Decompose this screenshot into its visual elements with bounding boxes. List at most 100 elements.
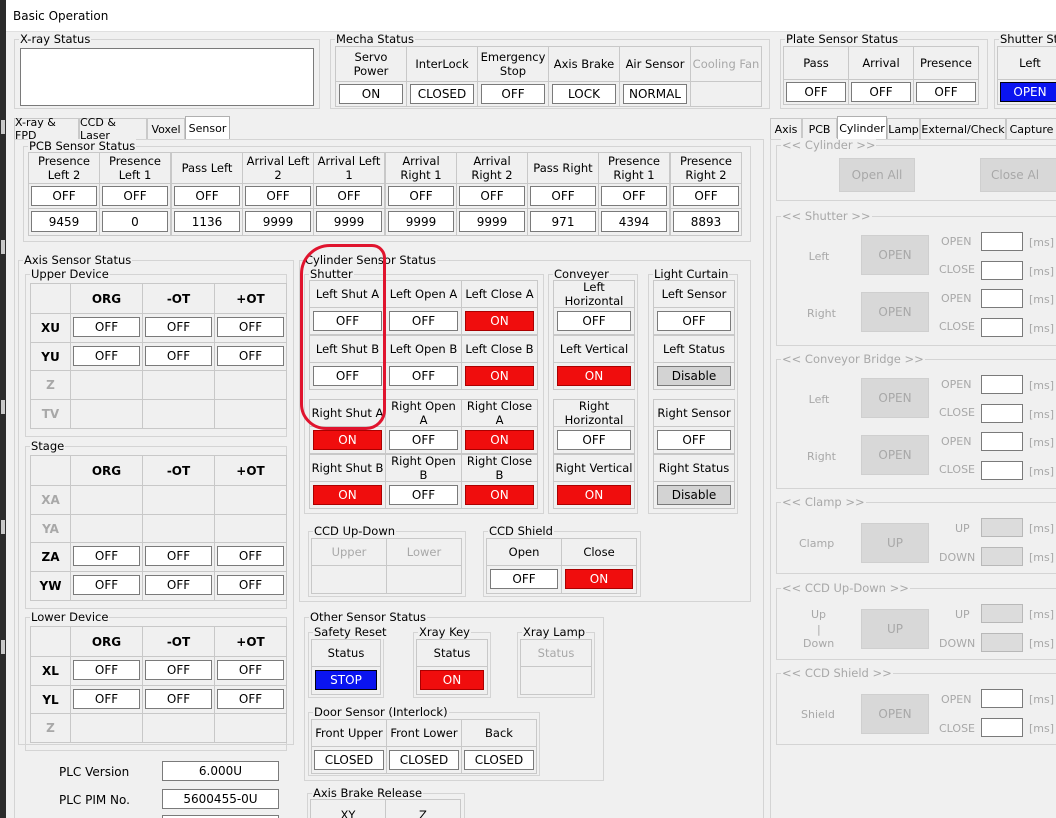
shutter-left-value: OPEN xyxy=(1000,82,1056,102)
ms-unit-label: [ms] xyxy=(1029,551,1055,564)
close-time-field[interactable] xyxy=(981,461,1023,480)
plate-header-arrival: Arrival xyxy=(848,46,914,80)
close-time-field[interactable] xyxy=(981,318,1023,337)
red-annotation-circle xyxy=(300,244,386,430)
open-time-field[interactable] xyxy=(981,432,1023,451)
air-sensor-value: NORMAL xyxy=(623,84,687,104)
axis-yu-ot-value: OFF xyxy=(145,346,212,366)
brake-xy-header: XY xyxy=(310,799,386,818)
shutter-status-group: Shutter Sta Left OPEN xyxy=(994,32,1056,109)
shutter-label-right-open-b: Right Open B xyxy=(385,454,462,482)
tab-xray-fpd[interactable]: X-ray & FPD xyxy=(14,116,79,142)
axis-value-cell xyxy=(214,713,287,743)
shutter-control-group-left-button[interactable]: OPEN xyxy=(861,235,929,275)
pcb-state-presence-right-2: OFF xyxy=(673,186,739,206)
plate-presence-value: OFF xyxy=(916,82,976,102)
tab-capture[interactable]: Capture xyxy=(1006,118,1056,139)
pcb-state-arrival-right-2: OFF xyxy=(459,186,525,206)
other-xraykey-group: Xray Key Status ON xyxy=(413,625,491,698)
cylinder-conveyer-group: Conveyer Left Horizontal OFF Left Vertical O… xyxy=(548,267,638,514)
axis-yl-org-value: OFF xyxy=(73,689,140,709)
axis-yw-ot-value: OFF xyxy=(217,575,284,595)
pcb-sensor-legend: PCB Sensor Status xyxy=(28,139,137,153)
conveyor-control-group-legend: << Conveyor Bridge >> xyxy=(781,352,925,366)
other-xraylamp-legend: Xray Lamp xyxy=(522,625,587,639)
pcb-header-presence-right-1: Presence Right 1 xyxy=(598,152,670,184)
axis-row-yw: YW xyxy=(30,571,71,601)
axis-value-cell xyxy=(70,485,143,515)
open-time-field[interactable] xyxy=(981,232,1023,251)
axis-row-tv: TV xyxy=(30,399,71,429)
shutter-label-right-shut-b: Right Shut B xyxy=(309,454,386,482)
pcb-state-pass-right: OFF xyxy=(530,186,596,206)
other-xraylamp-value-cell xyxy=(520,666,592,695)
left-tab-strip: X-ray & FPD CCD & Laser Voxel Sensor xyxy=(14,116,764,142)
axis-col-org: ORG xyxy=(70,626,143,657)
tab-axis[interactable]: Axis xyxy=(770,118,802,139)
ccd-upper-value-cell xyxy=(311,565,387,594)
mecha-header-interlock: InterLock xyxy=(406,46,478,82)
close-time-label: CLOSE xyxy=(939,722,976,735)
close-time-label: CLOSE xyxy=(939,263,976,276)
axis-col-ot: -OT xyxy=(142,455,215,486)
plate-sensor-group: Plate Sensor Status Pass Arrival Presenc… xyxy=(780,32,988,109)
tab-voxel[interactable]: Voxel xyxy=(147,118,185,139)
curtain-label-left-sensor: Left Sensor xyxy=(653,280,735,308)
other-safety-group: Safety Reset Status STOP xyxy=(308,625,388,698)
pcb-header-presence-left-2: Presence Left 2 xyxy=(28,152,100,184)
ccd-updown-button[interactable]: UP xyxy=(861,609,929,649)
close-all-button[interactable]: Close Al xyxy=(980,158,1056,192)
close-time-field[interactable] xyxy=(981,261,1023,280)
ccd-shield-button[interactable]: OPEN xyxy=(861,694,929,734)
axis-col-ot: +OT xyxy=(214,283,287,314)
clamp-up-button[interactable]: UP xyxy=(861,523,929,563)
shutter-value-left-open-a: OFF xyxy=(389,311,458,331)
tab-pcb[interactable]: PCB xyxy=(802,118,837,139)
close-time-field[interactable] xyxy=(981,404,1023,423)
door-sensor-group: Door Sensor (Interlock) Front Upper CLOSED… xyxy=(308,705,540,776)
up-time-field xyxy=(981,518,1023,537)
axis-xl-ot-value: OFF xyxy=(217,660,284,680)
shutter-label-right-open-a: Right Open A xyxy=(385,399,462,427)
clamp-control-group: << Clamp >> Clamp UP UP DOWN [ms] [ms] xyxy=(776,495,1056,574)
axis-row-yl: YL xyxy=(30,685,71,715)
pcb-state-presence-right-1: OFF xyxy=(601,186,667,206)
axis-col-org: ORG xyxy=(70,283,143,314)
shutter-status-legend: Shutter Sta xyxy=(999,32,1056,46)
tab-lamp[interactable]: Lamp xyxy=(887,118,920,139)
conveyor-control-group-right-button[interactable]: OPEN xyxy=(861,435,929,475)
mecha-value-cell xyxy=(690,81,762,107)
pcb-count-arrival-left-1: 9999 xyxy=(316,211,382,232)
ccd-up-label: Up xyxy=(811,608,827,621)
curtain-value-right-status: Disable xyxy=(657,485,731,505)
ms-unit-label: [ms] xyxy=(1029,522,1055,535)
conveyer-value-right-horizontal: OFF xyxy=(557,430,631,450)
ccd-shield-close-label: Close xyxy=(561,538,637,566)
shutter-control-group-legend: << Shutter >> xyxy=(781,209,872,223)
tab-ccd-laser[interactable]: CCD & Laser xyxy=(79,116,147,142)
open-time-field[interactable] xyxy=(981,289,1023,308)
axis-corner-cell xyxy=(30,283,71,314)
open-time-field[interactable] xyxy=(981,375,1023,394)
down-time-label: DOWN xyxy=(939,637,976,650)
shield-label: Shield xyxy=(801,708,835,721)
door-front-lower-label: Front Lower xyxy=(386,719,462,747)
open-all-button[interactable]: Open All xyxy=(839,158,915,192)
axis-stage-legend: Stage xyxy=(30,439,66,453)
open-time-field[interactable] xyxy=(981,689,1023,708)
tab-cylinder[interactable]: Cylinder xyxy=(837,116,887,139)
axis-value-cell xyxy=(214,399,287,429)
axis-corner-cell xyxy=(30,455,71,486)
close-time-field[interactable] xyxy=(981,718,1023,737)
axis-xl-ot-value: OFF xyxy=(145,660,212,680)
ccd-lower-label: Lower xyxy=(386,538,462,566)
tab-sensor[interactable]: Sensor xyxy=(185,116,230,139)
tab-external-check[interactable]: External/Check xyxy=(920,118,1006,139)
shutter-control-group-right-button[interactable]: OPEN xyxy=(861,292,929,332)
axis-sensor-legend: Axis Sensor Status xyxy=(23,253,133,267)
background-window-edge xyxy=(0,0,6,818)
close-time-label: CLOSE xyxy=(939,463,976,476)
ms-unit-label: [ms] xyxy=(1029,322,1055,335)
plc-version-value: 6.000U xyxy=(162,761,279,781)
conveyor-control-group-left-button[interactable]: OPEN xyxy=(861,378,929,418)
